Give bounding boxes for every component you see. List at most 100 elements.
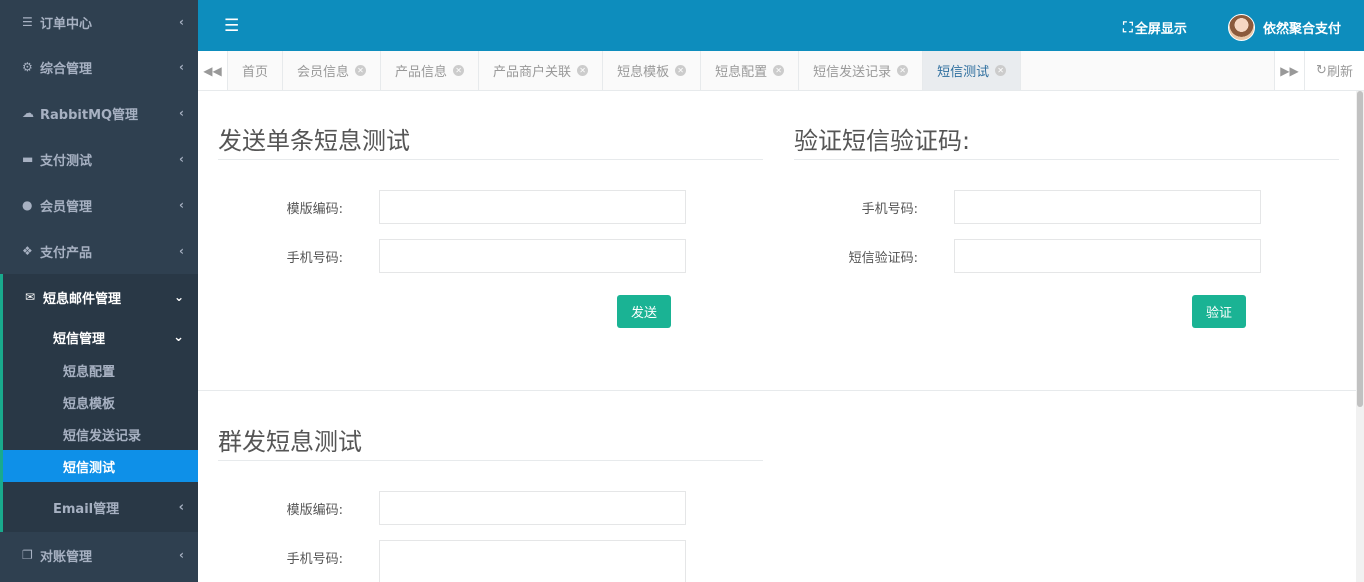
- sidebar-item-general[interactable]: ⚙ 综合管理 ‹: [0, 44, 198, 90]
- sidebar-item-sms-template[interactable]: 短息模板: [3, 386, 198, 418]
- tab-list: 首页 会员信息 ✕ 产品信息 ✕ 产品商户关联 ✕ 短息模板 ✕ 短息配置 ✕ 短信发送记…: [228, 51, 1274, 90]
- refresh-icon: ↻: [1316, 63, 1327, 78]
- group-phone-textarea[interactable]: [379, 540, 686, 582]
- tab-label: 产品信息: [395, 65, 448, 80]
- verify-button[interactable]: 验证: [1192, 295, 1246, 328]
- sidebar-subgroup-sms[interactable]: 短信管理 ⌄: [3, 320, 198, 354]
- sidebar-item-pay-products[interactable]: ❖ 支付产品 ‹: [0, 228, 198, 274]
- scrollbar-thumb[interactable]: [1357, 91, 1363, 407]
- sidebar-item-email[interactable]: Email管理 ‹: [3, 482, 198, 532]
- top-navbar: ☰ ⛶ 全屏显示 依然聚合支付: [198, 0, 1364, 51]
- chevron-left-icon: ‹: [179, 106, 184, 120]
- tab-scroll-left-button[interactable]: ◀◀: [198, 51, 228, 90]
- close-icon[interactable]: ✕: [773, 65, 785, 76]
- sidebar-item-label: 订单中心: [40, 16, 93, 32]
- chevron-left-icon: ‹: [179, 198, 184, 212]
- tab-label: 会员信息: [297, 65, 350, 80]
- group-template-code-input[interactable]: [379, 491, 686, 525]
- sidebar-item-sms-records[interactable]: 短信发送记录: [3, 418, 198, 450]
- chevron-left-icon: ‹: [179, 15, 184, 29]
- hamburger-menu-icon[interactable]: ☰: [224, 16, 239, 36]
- tab-label: 短息模板: [617, 65, 670, 80]
- tab-sms-records[interactable]: 短信发送记录 ✕: [799, 51, 924, 90]
- chevron-down-icon: ⌄: [173, 329, 184, 345]
- tab-label: 短信测试: [937, 65, 990, 80]
- sidebar-item-label: RabbitMQ管理: [40, 107, 139, 123]
- main-content: 发送单条短息测试 模版编码: 手机号码: 发送 验证短信验证码: 手机号码: 短…: [198, 91, 1356, 582]
- group-template-code-label: 模版编码:: [286, 503, 343, 518]
- tab-label: 短息配置: [715, 65, 768, 80]
- fullscreen-button[interactable]: ⛶ 全屏显示: [1123, 18, 1187, 38]
- sidebar-item-label: 对账管理: [40, 549, 93, 565]
- divider: [218, 159, 763, 160]
- cloud-icon: ☁: [22, 106, 34, 120]
- sidebar-item-sms-email[interactable]: ✉ 短息邮件管理 ⌄: [3, 274, 198, 320]
- chevron-left-icon: ‹: [178, 499, 184, 515]
- group-phone-label: 手机号码:: [286, 552, 343, 567]
- scrollbar[interactable]: [1356, 91, 1364, 582]
- verify-phone-input[interactable]: [954, 190, 1261, 224]
- tab-product-merchant[interactable]: 产品商户关联 ✕: [479, 51, 604, 90]
- chevron-left-icon: ‹: [179, 60, 184, 74]
- close-icon[interactable]: ✕: [453, 65, 465, 76]
- user-menu[interactable]: 依然聚合支付: [1228, 14, 1341, 41]
- sidebar-item-label: 短息邮件管理: [43, 291, 122, 307]
- verify-phone-label: 手机号码:: [861, 202, 918, 217]
- sidebar-item-rabbitmq[interactable]: ☁ RabbitMQ管理 ‹: [0, 90, 198, 136]
- sidebar: ☰ 订单中心 ‹ ⚙ 综合管理 ‹ ☁ RabbitMQ管理 ‹ ▬ 支付测试 …: [0, 0, 198, 582]
- copy-icon: ❐: [22, 548, 33, 562]
- divider: [218, 460, 763, 461]
- close-icon[interactable]: ✕: [995, 65, 1007, 76]
- tab-home[interactable]: 首页: [228, 51, 284, 90]
- refresh-label: 刷新: [1326, 65, 1353, 80]
- close-icon[interactable]: ✕: [897, 65, 909, 76]
- sidebar-item-sms-config[interactable]: 短息配置: [3, 354, 198, 386]
- sidebar-item-reconciliation[interactable]: ❐ 对账管理 ‹: [0, 532, 198, 578]
- user-name: 依然聚合支付: [1263, 22, 1342, 37]
- single-send-title: 发送单条短息测试: [218, 127, 410, 155]
- backward-icon: ◀◀: [203, 63, 222, 78]
- user-icon: ●: [22, 198, 33, 212]
- sidebar-item-label: 会员管理: [40, 199, 93, 215]
- close-icon[interactable]: ✕: [577, 65, 589, 76]
- close-icon[interactable]: ✕: [675, 65, 687, 76]
- credit-card-icon: ▬: [22, 152, 34, 166]
- tab-label: 首页: [242, 65, 269, 80]
- tab-product-info[interactable]: 产品信息 ✕: [381, 51, 480, 90]
- sidebar-group-sms-email: ✉ 短息邮件管理 ⌄ 短信管理 ⌄ 短息配置 短息模板 短信发送记录 短信测试 …: [0, 274, 198, 532]
- avatar: [1228, 14, 1255, 41]
- chevron-left-icon: ‹: [179, 548, 184, 562]
- cubes-icon: ❖: [22, 244, 33, 258]
- sidebar-item-label: 综合管理: [40, 61, 93, 77]
- sidebar-item-label: 支付产品: [40, 245, 93, 261]
- phone-label: 手机号码:: [286, 251, 343, 266]
- sidebar-item-members[interactable]: ● 会员管理 ‹: [0, 182, 198, 228]
- chevron-left-icon: ‹: [179, 152, 184, 166]
- tab-sms-test[interactable]: 短信测试 ✕: [923, 51, 1022, 90]
- tab-label: 产品商户关联: [493, 65, 572, 80]
- tab-sms-template[interactable]: 短息模板 ✕: [603, 51, 702, 90]
- group-send-title: 群发短息测试: [218, 428, 362, 456]
- phone-input[interactable]: [379, 239, 686, 273]
- sidebar-item-pay-test[interactable]: ▬ 支付测试 ‹: [0, 136, 198, 182]
- sidebar-item-label: 支付测试: [40, 153, 93, 169]
- sidebar-item-label: Email管理: [53, 501, 120, 517]
- verify-title: 验证短信验证码:: [794, 127, 971, 155]
- sidebar-item-sms-test[interactable]: 短信测试: [3, 450, 198, 482]
- tab-label: 短信发送记录: [813, 65, 892, 80]
- sidebar-item-order-center[interactable]: ☰ 订单中心 ‹: [0, 0, 198, 44]
- close-icon[interactable]: ✕: [355, 65, 367, 76]
- sms-code-input[interactable]: [954, 239, 1261, 273]
- send-button[interactable]: 发送: [617, 295, 671, 328]
- divider: [794, 159, 1339, 160]
- chevron-left-icon: ‹: [179, 244, 184, 258]
- tab-scroll-right-button[interactable]: ▶▶: [1274, 51, 1304, 90]
- section-divider: [198, 390, 1356, 391]
- refresh-button[interactable]: ↻ 刷新: [1304, 51, 1364, 90]
- chevron-down-icon: ⌄: [173, 290, 184, 304]
- template-code-input[interactable]: [379, 190, 686, 224]
- tab-sms-config[interactable]: 短息配置 ✕: [701, 51, 800, 90]
- menu-icon: ☰: [22, 15, 33, 29]
- tab-member-info[interactable]: 会员信息 ✕: [283, 51, 382, 90]
- envelope-icon: ✉: [25, 290, 36, 304]
